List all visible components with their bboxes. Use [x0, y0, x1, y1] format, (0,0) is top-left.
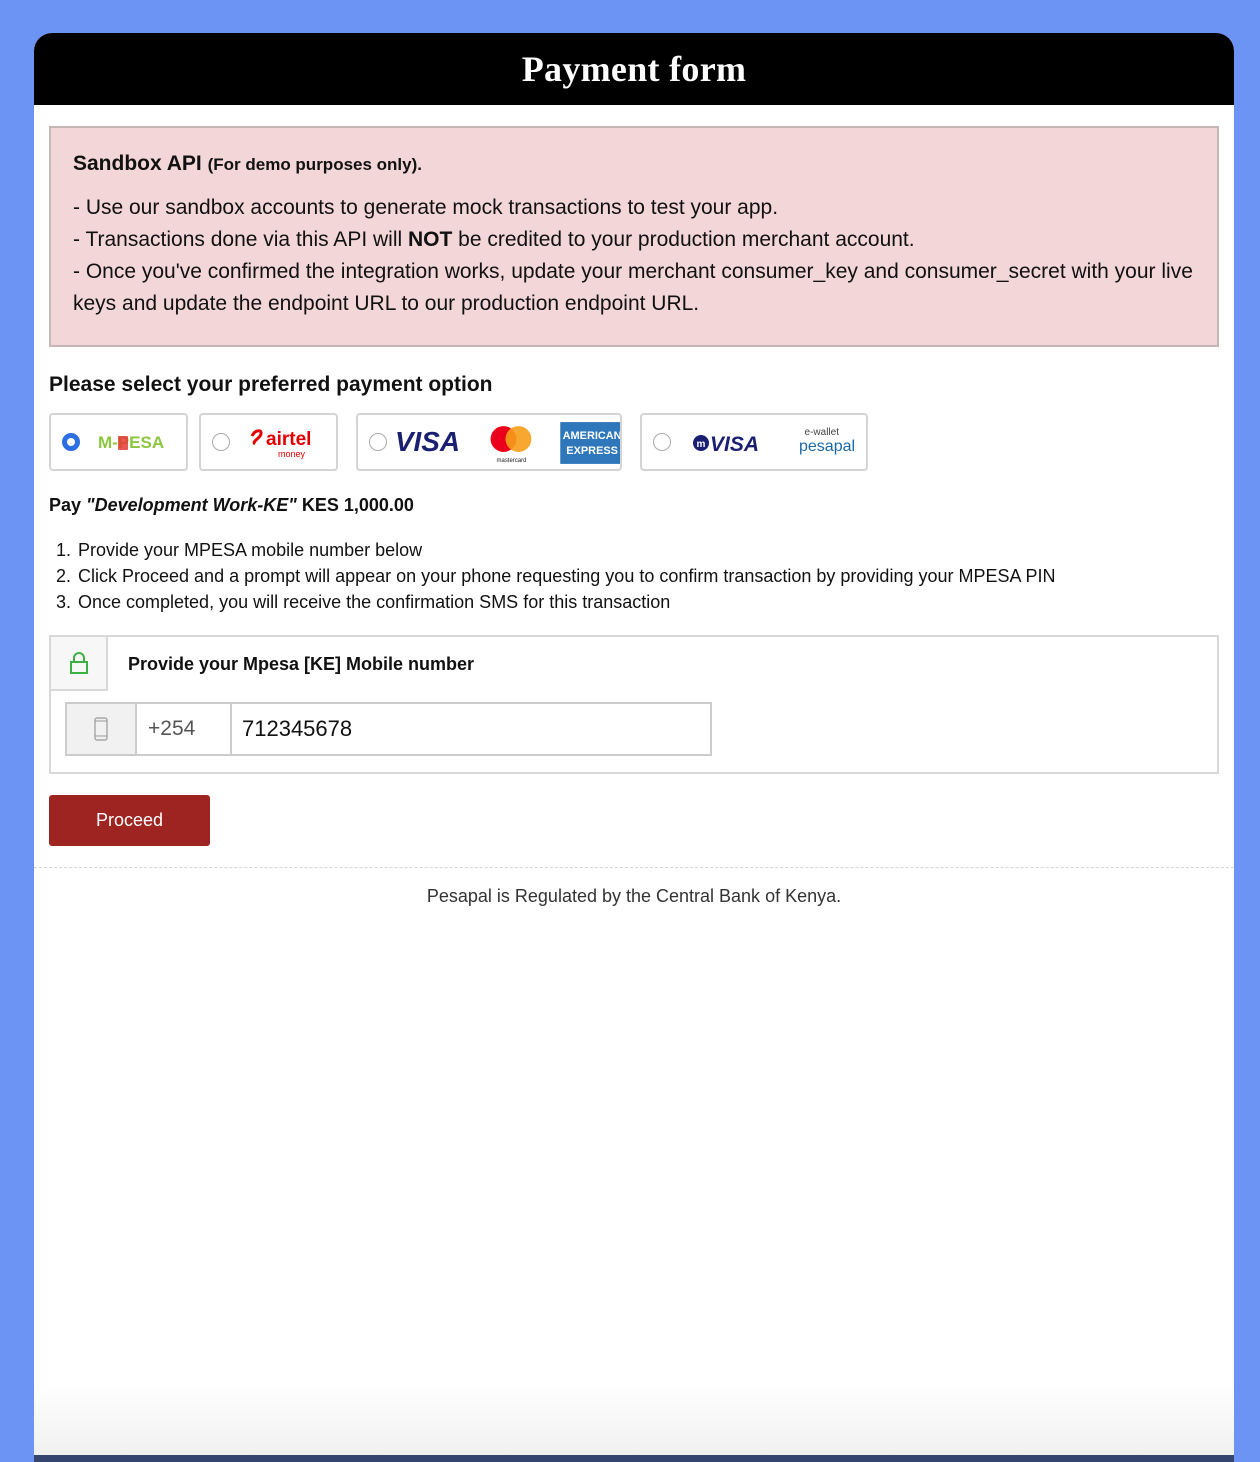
alert-line-2-bold: NOT	[408, 228, 453, 251]
step-text: Once completed, you will receive the con…	[78, 592, 671, 612]
instruction-step-1: 1. Provide your MPESA mobile number below	[56, 537, 1056, 563]
alert-line-3: - Once you've confirmed the integration …	[73, 260, 1193, 315]
step-number: 2.	[56, 566, 72, 586]
card-bottom-line	[34, 1455, 1234, 1462]
alert-line-2-post: be credited to your production merchant …	[452, 228, 915, 251]
step-number: 1.	[56, 540, 72, 560]
visa-logo-text: VISA	[395, 426, 460, 457]
radio-mpesa[interactable]	[62, 433, 80, 451]
mobile-phone-glyph	[94, 717, 108, 741]
phone-input-group: +254	[65, 702, 712, 756]
step-text: Click Proceed and a prompt will appear o…	[78, 566, 1056, 586]
pay-merchant: "Development Work-KE"	[86, 495, 297, 515]
instruction-list: 1. Provide your MPESA mobile number below…	[56, 537, 1056, 615]
airtel-logo-subtext: money	[278, 449, 306, 459]
radio-cards[interactable]	[369, 433, 387, 451]
payment-option-cards[interactable]: VISA mastercard AMERICAN EXPRESS	[356, 413, 622, 471]
footer-divider	[34, 867, 1234, 868]
lock-glyph	[69, 652, 88, 674]
phone-number-input[interactable]	[232, 704, 710, 754]
lock-icon	[51, 637, 108, 691]
pay-amount: KES 1,000.00	[301, 495, 414, 515]
page-title: Payment form	[521, 49, 747, 89]
pay-prefix: Pay	[49, 495, 82, 515]
alert-title-note: (For demo purposes only).	[207, 155, 422, 174]
payment-option-title: Please select your preferred payment opt…	[49, 373, 493, 396]
mpesa-logo-text: M-PESA	[98, 433, 164, 452]
mastercard-orange-circle	[505, 426, 532, 452]
pesapal-logo-text: pesapal	[799, 438, 855, 455]
alert-title-main: Sandbox API	[73, 152, 202, 175]
instruction-step-3: 3. Once completed, you will receive the c…	[56, 589, 1056, 615]
mvisa-logo-text: VISA	[710, 433, 759, 456]
pay-summary: Pay "Development Work-KE" KES 1,000.00	[49, 495, 414, 516]
proceed-button[interactable]: Proceed	[49, 795, 210, 846]
ewallet-logos-icon: m VISA e-wallet pesapal	[693, 427, 855, 456]
mobile-phone-icon	[67, 704, 137, 754]
payment-option-ewallet[interactable]: m VISA e-wallet pesapal	[640, 413, 868, 471]
airtel-swoosh	[250, 429, 263, 446]
airtel-logo-text: airtel	[266, 429, 311, 450]
instruction-step-2: 2. Click Proceed and a prompt will appear…	[56, 563, 1056, 589]
payment-card: Payment form Sandbox API (For demo purpo…	[34, 33, 1234, 1462]
card-logos-icon: VISA mastercard AMERICAN EXPRESS	[395, 422, 620, 464]
payment-option-mpesa[interactable]: M-PESA	[49, 413, 188, 471]
step-text: Provide your MPESA mobile number below	[78, 540, 423, 560]
radio-ewallet[interactable]	[653, 433, 671, 451]
card-bottom-shade	[34, 1382, 1234, 1462]
airtel-logo-icon: airtel money	[250, 429, 311, 459]
mpesa-phone-mark	[118, 436, 128, 450]
alert-title: Sandbox API (For demo purposes only).	[73, 152, 1195, 176]
amex-text-bottom: EXPRESS	[566, 445, 618, 457]
country-code: +254	[137, 704, 232, 754]
alert-line-1: - Use our sandbox accounts to generate m…	[73, 196, 779, 219]
amex-text-top: AMERICAN	[563, 430, 620, 442]
sandbox-alert: Sandbox API (For demo purposes only). - …	[49, 126, 1219, 347]
alert-line-2: - Transactions done via this API will NO…	[73, 224, 1195, 256]
amex-box	[560, 422, 620, 464]
radio-airtel[interactable]	[212, 433, 230, 451]
mpesa-number-panel: Provide your Mpesa [KE] Mobile number +2…	[49, 635, 1219, 774]
regulation-note: Pesapal is Regulated by the Central Bank…	[426, 886, 842, 906]
mpesa-number-label: Provide your Mpesa [KE] Mobile number	[128, 654, 475, 674]
ewallet-logo-text: e-wallet	[805, 427, 840, 438]
mpesa-logo-icon: M-PESA	[98, 433, 164, 452]
alert-line-2-pre: - Transactions done via this API will	[73, 228, 408, 251]
mvisa-m-glyph: m	[697, 439, 706, 450]
payment-option-airtel[interactable]: airtel money	[199, 413, 338, 471]
mastercard-logo-text: mastercard	[497, 458, 527, 464]
header-bar: Payment form	[34, 33, 1234, 105]
step-number: 3.	[56, 592, 72, 612]
